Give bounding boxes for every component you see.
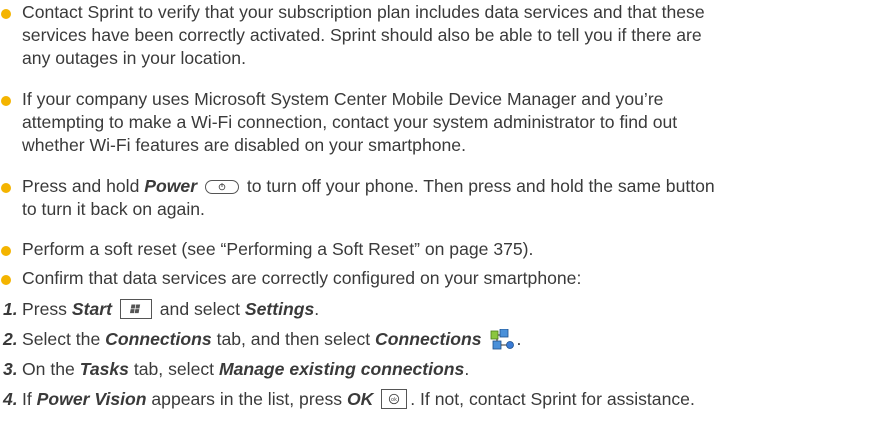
settings-label: Settings bbox=[244, 299, 315, 319]
bullet-item: If your company uses Microsoft System Ce… bbox=[1, 88, 872, 157]
text: tab, select bbox=[128, 359, 219, 379]
bullet-dot-icon bbox=[1, 9, 11, 19]
bullet-dot-icon bbox=[1, 275, 11, 285]
bullet-item: Perform a soft reset (see “Performing a … bbox=[1, 238, 872, 261]
bullet-line: Perform a soft reset (see “Performing a … bbox=[22, 239, 534, 259]
manage-connections-label: Manage existing connections bbox=[218, 359, 465, 379]
tasks-tab-label: Tasks bbox=[79, 359, 129, 379]
text: . If not, contact Sprint for assistance. bbox=[410, 389, 695, 409]
step-number: 3. bbox=[3, 359, 18, 379]
text: . bbox=[464, 359, 470, 379]
text: . bbox=[314, 299, 320, 319]
bullet-item: Contact Sprint to verify that your subsc… bbox=[1, 1, 872, 70]
text: . bbox=[516, 329, 522, 349]
text: appears in the list, press bbox=[146, 389, 347, 409]
connections-label: Connections bbox=[375, 329, 482, 349]
start-label: Start bbox=[71, 299, 112, 319]
bullet-line: any outages in your location. bbox=[22, 48, 246, 68]
connections-icon bbox=[490, 328, 516, 351]
bullet-line: If your company uses Microsoft System Ce… bbox=[22, 89, 664, 109]
step-number: 1. bbox=[3, 299, 18, 319]
bullet-line: whether Wi-Fi features are disabled on y… bbox=[22, 135, 466, 155]
text: If bbox=[22, 389, 37, 409]
ok-label: OK bbox=[346, 389, 374, 409]
bullet-item: Press and hold Power to turn off your ph… bbox=[1, 175, 872, 221]
text: to turn off your phone. Then press and h… bbox=[241, 176, 715, 196]
bullet-line: Confirm that data services are correctly… bbox=[22, 268, 582, 288]
text: Press bbox=[22, 299, 72, 319]
power-key-icon bbox=[204, 180, 239, 194]
power-label: Power bbox=[144, 176, 198, 196]
bullet-dot-icon bbox=[1, 96, 11, 106]
bullet-dot-icon bbox=[1, 246, 11, 256]
ok-key-icon: ok bbox=[381, 389, 408, 409]
connections-tab-label: Connections bbox=[105, 329, 212, 349]
document-page: Contact Sprint to verify that your subsc… bbox=[0, 0, 880, 427]
bullet-line: services have been correctly activated. … bbox=[22, 25, 702, 45]
start-key-icon bbox=[119, 299, 152, 319]
text: Select the bbox=[22, 329, 106, 349]
step-number: 2. bbox=[3, 329, 18, 349]
text: On the bbox=[22, 359, 80, 379]
text: tab, and then select bbox=[211, 329, 376, 349]
bullet-line: to turn it back on again. bbox=[22, 199, 205, 219]
svg-text:ok: ok bbox=[391, 397, 397, 403]
step-number: 4. bbox=[3, 389, 18, 409]
text: and select bbox=[159, 299, 245, 319]
bullet-line: Contact Sprint to verify that your subsc… bbox=[22, 2, 705, 22]
bullet-line: attempting to make a Wi-Fi connection, c… bbox=[22, 112, 678, 132]
text: Press and hold bbox=[22, 176, 145, 196]
bullet-dot-icon bbox=[1, 183, 11, 193]
bullet-item: Confirm that data services are correctly… bbox=[1, 267, 872, 290]
power-vision-label: Power Vision bbox=[36, 389, 147, 409]
bullet-line: Press and hold Power to turn off your ph… bbox=[22, 175, 872, 198]
